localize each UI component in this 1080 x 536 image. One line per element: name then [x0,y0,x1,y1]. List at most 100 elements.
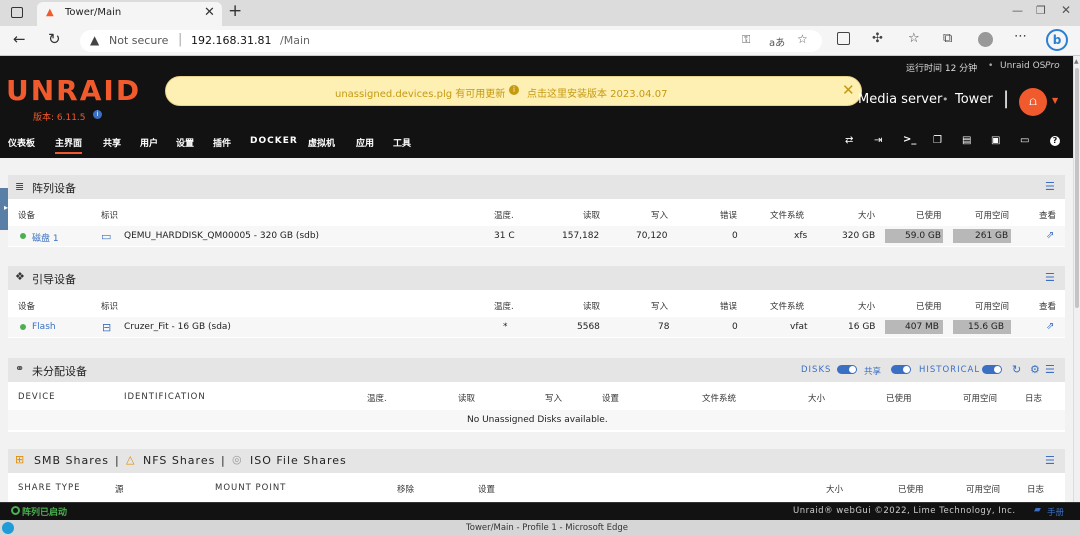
restore-icon[interactable]: ❐ [1036,4,1046,17]
linux-icon: △ [126,453,135,466]
laptop-icon[interactable]: ▭ [1020,135,1029,146]
array-status: 阵列已启动 [22,508,68,518]
array-toggle-view-icon[interactable]: ☰ [1045,180,1055,193]
read-aloud-icon[interactable]: aあ [769,34,785,49]
nav-plugins[interactable]: 插件 [213,136,231,149]
device-fs: xfs [794,231,808,241]
historical-toggle[interactable] [982,365,1002,374]
notes-icon[interactable]: ▤ [962,135,971,146]
favorite-add-icon[interactable]: ☆ [797,32,808,46]
puzzle-icon[interactable]: ✣ [872,31,883,46]
monitor-icon[interactable]: ▣ [991,135,1000,146]
scroll-up-icon[interactable]: ▲ [1074,58,1079,65]
bing-icon[interactable]: b [1046,29,1068,51]
boot-toggle-view-icon[interactable]: ☰ [1045,271,1055,284]
nav-tools[interactable]: 工具 [393,136,411,149]
paw-icon: ❖ [15,270,25,283]
user-avatar-icon[interactable]: ⩍ [1019,88,1047,116]
col-reads: 读取 [458,394,476,404]
nav-dashboard[interactable]: 仪表板 [8,136,35,149]
smb-shares-tab[interactable]: SMB Shares [34,454,109,467]
browser-tab[interactable]: ▲ Tower/Main ✕ [37,2,222,26]
scroll-thumb[interactable] [1075,68,1079,308]
banner-text: unassigned.devices.plg 有可用更新 [335,89,506,100]
historical-toggle-label: HISTORICAL [919,365,981,375]
tab-actions-icon[interactable] [11,7,23,18]
unassigned-title: 未分配设备 [32,365,87,378]
device-errors: 0 [732,322,738,332]
shares-toggle-label: 共享 [864,367,882,377]
minimize-icon[interactable]: — [1012,4,1023,17]
col-fs: 文件系统 [702,394,737,404]
terminal-icon[interactable]: >_ [903,134,916,145]
unassigned-toggle-view-icon[interactable]: ☰ [1045,363,1055,376]
device-reads: 157,182 [562,231,600,241]
feedback-icon[interactable]: ⇄ [845,135,853,146]
col-size: 大小 [826,485,844,495]
gear-icon[interactable]: ⚙ [1030,363,1040,376]
browse-icon[interactable]: ⇗ [1046,230,1054,241]
favorites-icon[interactable]: ☆ [908,31,920,46]
browse-icon[interactable]: ⇗ [1046,321,1054,332]
url-field[interactable]: ▲ Not secure | 192.168.31.81 /Main ⚿ aあ … [80,30,822,52]
nfs-shares-tab[interactable]: NFS Shares [143,454,215,467]
taskbar-window-title[interactable]: Tower/Main - Profile 1 - Microsoft Edge [466,523,628,533]
manual-link[interactable]: 手册 [1047,506,1064,518]
server-description: Media server [858,92,943,107]
nav-shares[interactable]: 共享 [103,136,121,149]
nav-main[interactable]: 主界面 [55,136,83,154]
device-id: Cruzer_Fit - 16 GB (sda) [124,322,231,332]
new-tab-icon[interactable]: + [228,1,242,21]
manual-icon: ▰ [1034,505,1041,515]
shares-toggle[interactable] [891,365,911,374]
logout-icon[interactable]: ⇥ [874,135,882,146]
unraid-logo[interactable]: UNRAID [6,74,141,107]
profile-avatar[interactable] [978,32,993,47]
banner-close-icon[interactable]: ✕ [842,81,855,99]
device-link[interactable]: Flash [32,322,56,332]
extension-icon[interactable] [837,32,850,45]
col-mount-point: MOUNT POINT [215,483,287,493]
no-disks-message: No Unassigned Disks available. [467,415,608,425]
shares-toggle-view-icon[interactable]: ☰ [1045,454,1055,467]
page-scrollbar[interactable]: ▲ [1073,56,1080,502]
hdd-icon: ▭ [101,230,112,243]
collections-icon[interactable]: ⧉ [943,31,952,46]
close-tab-icon[interactable]: ✕ [204,5,215,20]
nav-vms[interactable]: 虚拟机 [308,136,335,149]
nav-apps[interactable]: 应用 [356,136,374,149]
key-icon[interactable]: ⚿ [742,33,750,47]
device-writes: 78 [658,322,670,332]
refresh-icon[interactable]: ↻ [1012,363,1021,376]
more-options-icon[interactable]: ⋯ [1014,29,1027,44]
iso-shares-tab[interactable]: ISO File Shares [250,454,347,467]
col-size: 大小 [858,211,876,221]
version-label[interactable]: 版本: 6.11.5 [33,110,86,123]
banner-info-icon: i [509,85,519,95]
col-writes: 写入 [545,394,563,404]
back-icon[interactable]: ← [13,30,26,48]
avatar-dropdown-icon[interactable]: ▼ [1052,96,1058,105]
edge-icon[interactable] [2,522,14,534]
disks-toggle[interactable] [837,365,857,374]
help-icon[interactable]: ? [1050,136,1060,146]
nav-settings[interactable]: 设置 [176,136,194,149]
banner-install-link[interactable]: 点击这里安装版本 2023.04.07 [527,85,667,100]
used-bar: 59.0 GB [885,229,943,243]
warning-icon: ▲ [90,33,100,47]
device-link[interactable]: 磁盘 1 [32,231,59,244]
os-taskbar: Tower/Main - Profile 1 - Microsoft Edge [0,520,1080,536]
info-icon[interactable]: i [93,110,102,119]
col-remove: 移除 [397,485,415,495]
nav-users[interactable]: 用户 [140,136,158,149]
close-window-icon[interactable]: ✕ [1061,3,1071,17]
col-device: 设备 [18,302,36,312]
copy-icon[interactable]: ❐ [933,135,942,146]
refresh-icon[interactable]: ↻ [48,30,61,48]
main-content: ▸ ≣ 阵列设备 ☰ 设备 标识 温度. 读取 写入 错误 文件系统 大小 已使… [0,158,1073,502]
nav-docker[interactable]: DOCKER [250,136,298,146]
col-identification: IDENTIFICATION [124,392,206,402]
security-label[interactable]: Not secure [109,34,168,47]
copyright: Unraid® webGui ©2022, Lime Technology, I… [793,506,1016,516]
table-row: Flash ⊟ Cruzer_Fit - 16 GB (sda) * 5568 … [8,317,1065,337]
